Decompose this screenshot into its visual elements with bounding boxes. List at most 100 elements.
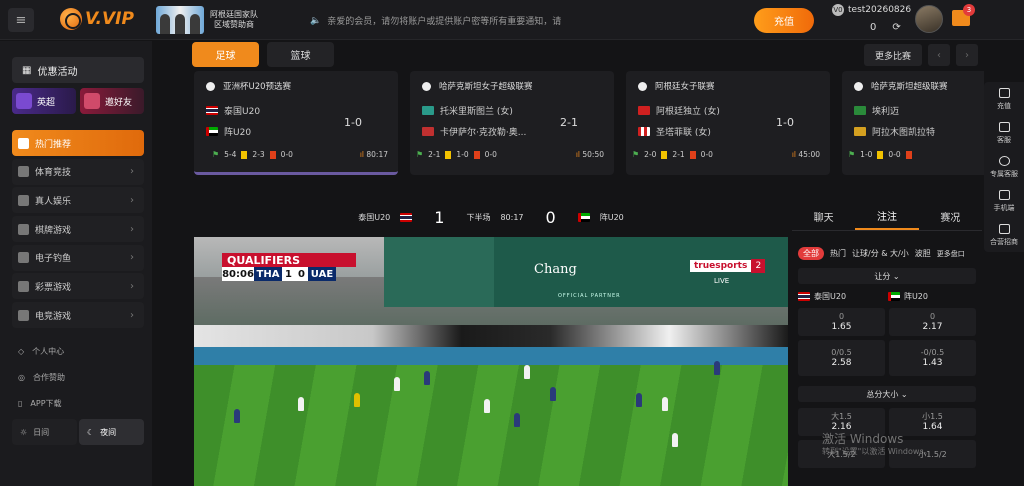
match-score: 1-0: [776, 116, 794, 129]
dealer-icon: [18, 194, 29, 206]
flame-icon: [18, 137, 29, 149]
affiliate-shortcut[interactable]: 合营招商: [984, 218, 1024, 252]
filter-hot[interactable]: 热门: [830, 248, 846, 259]
next-arrow-icon[interactable]: ›: [956, 44, 978, 66]
user-info[interactable]: V0 test20260826 0 ⟳: [832, 4, 911, 33]
odds-line: 0: [838, 312, 845, 321]
total-header[interactable]: 总分大小 ⌄: [798, 386, 976, 402]
lottery-icon: [18, 280, 29, 292]
promo-card-premier[interactable]: 英超: [12, 88, 76, 114]
match-card[interactable]: 亚洲杯U20预选赛 泰国U20 阵U20 1-0 ⚑ 5-4 2-3 0-0 ıl…: [194, 71, 398, 175]
sponsor-line1: 阿根廷国家队: [210, 10, 258, 19]
deposit-button[interactable]: 充值: [754, 8, 814, 33]
menu-icon[interactable]: ≡: [8, 8, 34, 32]
link-profile[interactable]: ◇ 个人中心: [12, 338, 144, 364]
overlay-away: UAE: [308, 267, 336, 281]
logo[interactable]: V.VIP: [60, 8, 134, 30]
avatar[interactable]: [915, 5, 943, 33]
odds-button[interactable]: -0/0.5 1.43: [889, 340, 976, 376]
team-crest-icon: [854, 106, 866, 115]
prev-arrow-icon[interactable]: ‹: [928, 44, 950, 66]
sidebar-item-live-casino[interactable]: 真人娱乐 ›: [12, 187, 144, 214]
match-card[interactable]: 哈萨克斯坦超级联赛 埃利迈 阿拉木图凯拉特 ⚑ 1-0 0-0: [842, 71, 984, 175]
sidebar-item-hot[interactable]: 热门推荐: [12, 130, 144, 156]
mobile-shortcut[interactable]: 手机端: [984, 184, 1024, 218]
promo-card-invite[interactable]: 邀好友: [80, 88, 144, 114]
player: [636, 393, 642, 407]
overlay-title: QUALIFIERS: [222, 253, 356, 267]
promo-button[interactable]: ▦ 优惠活动: [12, 57, 144, 83]
cards-icon: [18, 223, 29, 235]
team-crest-icon: [422, 127, 434, 136]
more-matches-button[interactable]: 更多比赛: [864, 44, 922, 66]
filter-all[interactable]: 全部: [798, 247, 824, 260]
speaker-icon: 🔈: [310, 15, 322, 26]
tab-bet[interactable]: 注注: [855, 203, 919, 230]
live-video-player[interactable]: Chang OFFICIAL PARTNER QUALIFIERS 80:06 …: [194, 237, 788, 486]
odds-value: 2.17: [922, 322, 943, 332]
filter-correct-score[interactable]: 波胆: [915, 248, 931, 259]
football-icon: [422, 81, 431, 91]
player: [550, 387, 556, 401]
uae-flag-icon: [206, 127, 218, 136]
tab-basketball[interactable]: 篮球: [267, 42, 334, 67]
football-icon: [206, 81, 215, 91]
corner-flag-icon: ⚑: [212, 150, 220, 159]
yellow-card-icon: [445, 150, 452, 159]
match-card[interactable]: 阿根廷女子联赛 阿根廷独立 (女) 圣塔菲联 (女) 1-0 ⚑ 2-0 2-1 …: [626, 71, 830, 175]
odds-line: 小1.5: [922, 412, 943, 421]
deposit-shortcut[interactable]: 充值: [984, 82, 1024, 116]
support-shortcut[interactable]: 客服: [984, 116, 1024, 150]
red-card-icon: [689, 150, 696, 159]
player: [514, 413, 520, 427]
player: [394, 377, 400, 391]
theme-night-button[interactable]: ☾ 夜间: [79, 419, 144, 445]
match-cards: 亚洲杯U20预选赛 泰国U20 阵U20 1-0 ⚑ 5-4 2-3 0-0 ıl…: [194, 71, 984, 176]
sidebar-item-sports[interactable]: 体育竞技 ›: [12, 158, 144, 185]
match-period: 下半场: [466, 212, 491, 222]
thailand-flag-icon: [400, 212, 413, 222]
tab-stats[interactable]: 赛况: [919, 203, 982, 230]
away-team: 卡伊萨尔·克孜勒·奥...: [440, 128, 527, 138]
tab-chat[interactable]: 聊天: [792, 203, 855, 230]
thailand-flag-icon: [798, 292, 810, 301]
channel-logo: truesports 2: [690, 259, 766, 273]
odds-button[interactable]: 0 1.65: [798, 308, 885, 336]
handicap-header[interactable]: 让分 ⌄: [798, 268, 976, 284]
sidebar-item-fishing[interactable]: 电子钓鱼 ›: [12, 244, 144, 271]
away-team: 阵U20: [599, 212, 624, 222]
theme-day-button[interactable]: ☼ 日间: [12, 419, 77, 445]
sidebar-item-lottery[interactable]: 彩票游戏 ›: [12, 273, 144, 300]
match-score: 2-1: [560, 116, 578, 129]
link-sponsorship[interactable]: ◎ 合作赞助: [12, 364, 144, 390]
red-card-icon: [905, 150, 912, 159]
filter-handicap[interactable]: 让球/分 & 大/小: [852, 248, 909, 259]
link-label: 个人中心: [32, 346, 65, 356]
theme-label: 夜间: [100, 427, 117, 437]
match-card[interactable]: 哈萨克斯坦女子超级联赛 托米里斯图兰 (女) 卡伊萨尔·克孜勒·奥... 2-1…: [410, 71, 614, 175]
link-app-download[interactable]: ▯ APP下载: [12, 390, 144, 416]
filter-more[interactable]: 更多盘口: [937, 249, 965, 259]
player: [714, 361, 720, 375]
live-signal-icon: ıl: [359, 150, 364, 159]
vip-support-shortcut[interactable]: 专属客服: [984, 150, 1024, 184]
sidebar-item-chess[interactable]: 棋牌游戏 ›: [12, 216, 144, 243]
notice-marquee[interactable]: 🔈 亲爱的会员，请勿将账户或提供账户密等所有重要通知，请: [310, 14, 561, 28]
sidebar-item-label: 真人娱乐: [35, 196, 72, 207]
odds-button[interactable]: 0/0.5 2.58: [798, 340, 885, 376]
player: [524, 365, 530, 379]
tab-football[interactable]: 足球: [192, 42, 259, 67]
sponsor-banner[interactable]: 阿根廷国家队 区域赞助商: [156, 6, 258, 34]
overlay-away-score: 0: [295, 267, 308, 281]
phone-icon: ▯: [18, 398, 23, 408]
logo-ball-icon: [60, 8, 82, 30]
refresh-icon[interactable]: ⟳: [892, 22, 900, 33]
odds-button[interactable]: 0 2.17: [889, 308, 976, 336]
headset-icon: [998, 155, 1010, 166]
player: [298, 397, 304, 411]
handshake-icon: ◎: [18, 372, 25, 382]
away-score: 0: [545, 207, 556, 227]
team-crest-icon: [638, 127, 650, 136]
yellow-card-icon: [877, 150, 884, 159]
sidebar-item-esports[interactable]: 电竞游戏 ›: [12, 302, 144, 329]
